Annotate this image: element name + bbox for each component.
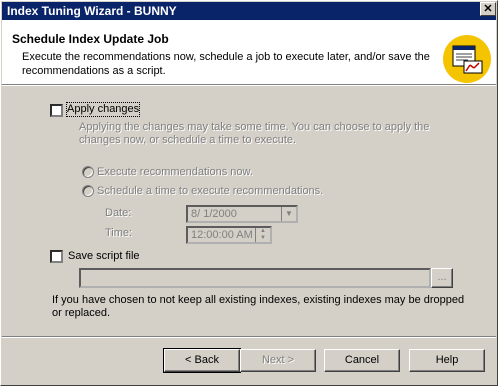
schedule-time-label: Schedule a time to execute recommendatio… [97,185,324,197]
time-label: Time: [105,227,133,239]
window-title: Index Tuning Wizard - BUNNY [7,4,177,18]
date-label: Date: [105,207,132,219]
chevron-down-icon[interactable]: ▼ [281,207,296,221]
script-path-input[interactable] [79,268,431,288]
apply-changes-label[interactable]: Apply changes [65,102,141,117]
back-button[interactable]: < Back [163,348,241,373]
header-divider [2,84,496,86]
wizard-chart-icon [443,35,491,83]
spin-down-icon[interactable]: ▼ [255,235,270,242]
help-button[interactable]: Help [409,349,485,372]
next-button-label: Next > [261,354,295,366]
next-button[interactable]: Next > [240,349,316,372]
browse-button[interactable]: ... [431,268,453,288]
footer-divider [2,336,496,338]
date-picker[interactable]: 8/ 1/2000 ▼ [186,205,298,223]
apply-changes-checkbox[interactable] [50,104,63,117]
title-bar[interactable]: Index Tuning Wizard - BUNNY [2,2,496,20]
save-script-label: Save script file [68,250,140,262]
schedule-time-radio[interactable] [82,185,94,197]
browse-label: ... [437,271,447,283]
close-button[interactable]: ✕ [480,2,496,16]
page-description: Execute the recommendations now, schedul… [22,51,430,77]
wizard-header: Schedule Index Update Job Execute the re… [2,20,496,84]
date-value: 8/ 1/2000 [191,208,237,220]
apply-changes-note: Applying the changes may take some time.… [79,121,430,146]
execute-now-radio[interactable] [82,166,94,178]
cancel-button-label: Cancel [344,354,380,366]
warning-text: If you have chosen to not keep all exist… [52,294,465,319]
close-icon: ✕ [483,3,493,15]
time-picker[interactable]: 12:00:00 AM ▲ ▼ [186,226,272,244]
page-title: Schedule Index Update Job [12,32,169,46]
help-button-label: Help [435,354,459,366]
cancel-button[interactable]: Cancel [324,349,400,372]
save-script-checkbox[interactable] [50,250,63,263]
back-button-label: < Back [185,354,219,366]
execute-now-label: Execute recommendations now. [97,166,253,178]
time-value: 12:00:00 AM [191,229,253,241]
